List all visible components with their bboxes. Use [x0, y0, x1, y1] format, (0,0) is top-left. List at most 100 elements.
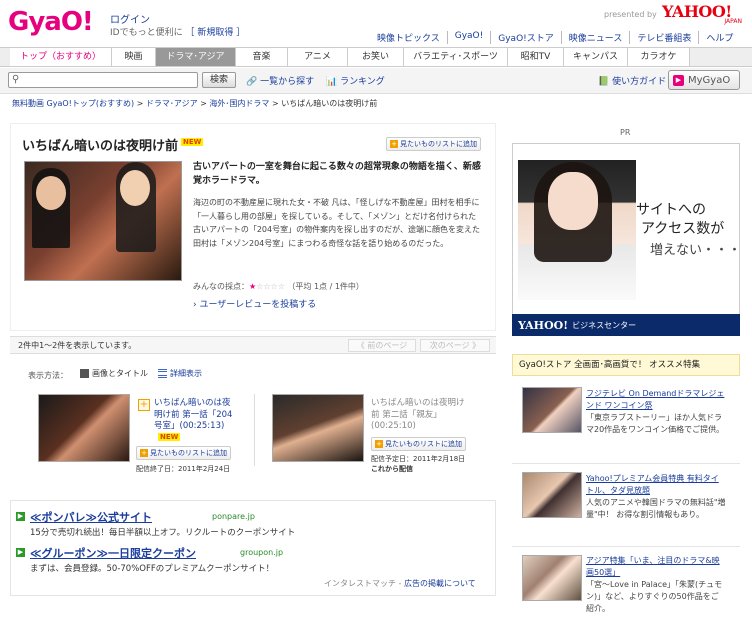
search-input[interactable]: ⚲	[8, 72, 198, 88]
episode-1-thumbnail[interactable]	[38, 394, 130, 462]
episode-2-thumbnail	[272, 394, 364, 462]
nav-tab-campus[interactable]: キャンパス	[564, 48, 628, 66]
breadcrumb-home[interactable]: 無料動画 GyaO!トップ(おすすめ)	[12, 99, 134, 108]
episode-1-new-badge: NEW	[158, 433, 181, 441]
top-links: 映像トピックス GyaO! GyaO!ストア 映像ニュース テレビ番組表 ヘルプ	[370, 31, 740, 44]
add-to-list-label: 見たいものリストに追加	[400, 140, 477, 148]
banner-brand-logo: YAHOO!	[518, 318, 569, 332]
divider	[512, 463, 740, 464]
add-to-list-button[interactable]: + 見たいものリストに追加	[386, 137, 481, 151]
nav-tab-showa-tv[interactable]: 昭和TV	[508, 48, 564, 66]
ad-meta-label: インタレストマッチ -	[324, 579, 404, 588]
play-icon: ▶	[673, 74, 684, 86]
login-note: IDでもっと便利に ［ 新規取得 ］	[110, 25, 245, 38]
breadcrumb-current: いちばん暗いのは夜明け前	[281, 99, 378, 108]
list-icon	[158, 369, 167, 378]
banner-text-1: サイトへの	[636, 202, 706, 218]
yahoo-japan-logo[interactable]: YAHOO! JAPAN	[662, 3, 744, 29]
banner-text-2: アクセス数が	[641, 221, 725, 237]
episode-1-title[interactable]: いちばん暗いのは夜明け前 第一話「204号室」(00:25:13)	[154, 398, 234, 433]
ad-arrow-icon: ▶	[16, 512, 25, 521]
episode-2-add-button[interactable]: + 見たいものリストに追加	[371, 437, 466, 451]
store-feature-header: GyaO!ストア 全画面･高画質で！ オススメ特集	[512, 354, 740, 376]
new-badge: NEW	[181, 138, 204, 146]
feature-3: アジア特集「いま、注目のドラマ&映画50選」 「宮～Love in Palace…	[586, 555, 726, 615]
ad-info-link[interactable]: 広告の掲載について	[404, 579, 476, 588]
episode-1-add-button[interactable]: + 見たいものリストに追加	[136, 446, 231, 460]
signup-link[interactable]: ［ 新規取得 ］	[185, 28, 245, 38]
nav-tab-top[interactable]: トップ（おすすめ）	[10, 48, 112, 66]
toplink-store[interactable]: GyaO!ストア	[491, 31, 562, 44]
plus-icon: +	[375, 440, 383, 448]
episode-2-add-label: 見たいものリストに追加	[385, 440, 462, 448]
ranking-label: ランキング	[340, 77, 385, 87]
nav-tab-variety-sports[interactable]: バラエティ･スポーツ	[404, 48, 508, 66]
episode-2-date: 配信予定日：2011年2月18日	[371, 455, 466, 463]
next-page-button[interactable]: 次のページ 》	[420, 339, 490, 352]
nav-tab-karaoke[interactable]: カラオケ	[628, 48, 690, 66]
nav-tab-music[interactable]: 音楽	[236, 48, 288, 66]
toplink-tv-guide[interactable]: テレビ番組表	[630, 31, 700, 44]
rating: みんなの採点：★☆☆☆☆ （平均 1点 / 1件中）	[193, 281, 364, 292]
toplink-news[interactable]: 映像ニュース	[562, 31, 631, 44]
search-icon: ⚲	[12, 74, 20, 85]
episode-1-end-date: 配信終了日：2011年2月24日	[136, 465, 231, 473]
feature-1-title[interactable]: フジテレビ On Demandドラマレジェンド ワンコイン祭	[586, 388, 726, 412]
feature-1: フジテレビ On Demandドラマレジェンド ワンコイン祭 「東京ラブストーリ…	[586, 388, 726, 436]
ad-2-url[interactable]: groupon.jp	[240, 548, 283, 557]
rating-label: みんなの採点：	[193, 282, 249, 291]
toplink-help[interactable]: ヘルプ	[699, 31, 740, 44]
feature-2: Yahoo!プレミアム会員特典 有料タイトル、タダ見放題 人気のアニメや韓国ドラ…	[586, 473, 726, 521]
feature-3-title[interactable]: アジア特集「いま、注目のドラマ&映画50選」	[586, 555, 726, 579]
ad-1-url[interactable]: ponpare.jp	[212, 512, 255, 521]
mygyao-label: MyGyaO	[688, 74, 731, 86]
login-note-text: IDでもっと便利に	[110, 28, 183, 38]
search-button[interactable]: 検索	[202, 72, 236, 88]
nav-tab-anime[interactable]: アニメ	[288, 48, 348, 66]
toplink-topics[interactable]: 映像トピックス	[370, 31, 448, 44]
guide-label: 使い方ガイド	[612, 77, 667, 87]
feature-3-thumbnail[interactable]	[522, 555, 582, 601]
toplink-gyao[interactable]: GyaO!	[448, 31, 492, 44]
presented-by: presented by	[604, 10, 657, 19]
divider	[512, 546, 740, 547]
plus-icon: +	[140, 449, 148, 457]
feature-1-thumbnail[interactable]	[522, 387, 582, 433]
view-grid-label: 画像とタイトル	[92, 369, 148, 378]
gyao-logo[interactable]: GyaO!	[8, 4, 104, 40]
banner-text-3: 増えない・・・	[650, 243, 742, 258]
browse-list-label: 一覧から探す	[260, 77, 315, 87]
nav-tab-drama-asia[interactable]: ドラマ･アジア	[156, 48, 236, 66]
view-list-option[interactable]: 詳細表示	[158, 368, 202, 379]
ad-2-title[interactable]: ≪グルーポン≫一日限定クーポン	[30, 545, 196, 561]
page-title: いちばん暗いのは夜明け前	[22, 139, 179, 154]
ad-1-title[interactable]: ≪ポンパレ≫公式サイト	[30, 509, 152, 525]
feature-2-title[interactable]: Yahoo!プレミアム会員特典 有料タイトル、タダ見放題	[586, 473, 726, 497]
plus-icon: +	[390, 140, 398, 148]
nav-tab-movies[interactable]: 映画	[112, 48, 156, 66]
mygyao-button[interactable]: ▶ MyGyaO	[668, 70, 740, 90]
breadcrumb-drama[interactable]: 海外･国内ドラマ	[209, 99, 269, 108]
post-review-link[interactable]: › ユーザーレビューを投稿する	[193, 297, 316, 310]
guide-link[interactable]: 📗 使い方ガイド	[598, 74, 666, 87]
thumbnail-face-left	[36, 176, 66, 210]
category-nav: トップ（おすすめ） 映画 ドラマ･アジア 音楽 アニメ お笑い バラエティ･スポ…	[0, 47, 752, 67]
ad-1-desc: 15分で売切れ続出！毎日半額以上オフ。リクルートのクーポンサイト	[30, 528, 296, 538]
episode-1-add-label: 見たいものリストに追加	[150, 449, 227, 457]
pr-label: PR	[620, 128, 631, 137]
episode-1-add-icon[interactable]: +	[138, 399, 150, 411]
episode-2-title: いちばん暗いのは夜明け前 第二話「親友」(00:25:10)	[371, 398, 465, 431]
ad-arrow-icon: ▶	[16, 548, 25, 557]
feature-2-thumbnail[interactable]	[522, 472, 582, 518]
banner-brand-strip: YAHOO! ビジネスセンター	[512, 314, 740, 336]
episode-divider	[254, 394, 255, 466]
breadcrumb-drama-asia[interactable]: ドラマ･アジア	[146, 99, 198, 108]
result-count: 2件中1～2件を表示しています。	[18, 341, 137, 350]
prev-page-button[interactable]: 《 前のページ	[348, 339, 416, 352]
login-link[interactable]: ログイン	[110, 11, 150, 26]
browse-list-link[interactable]: 🔗 一覧から探す	[246, 74, 314, 87]
nav-tab-comedy[interactable]: お笑い	[348, 48, 404, 66]
program-lead: 古いアパートの一室を舞台に起こる数々の超常現象の物語を描く、新感覚ホラードラマ。	[193, 162, 481, 186]
view-grid-option[interactable]: 画像とタイトル	[80, 368, 148, 379]
ranking-link[interactable]: 📊 ランキング	[326, 74, 385, 87]
